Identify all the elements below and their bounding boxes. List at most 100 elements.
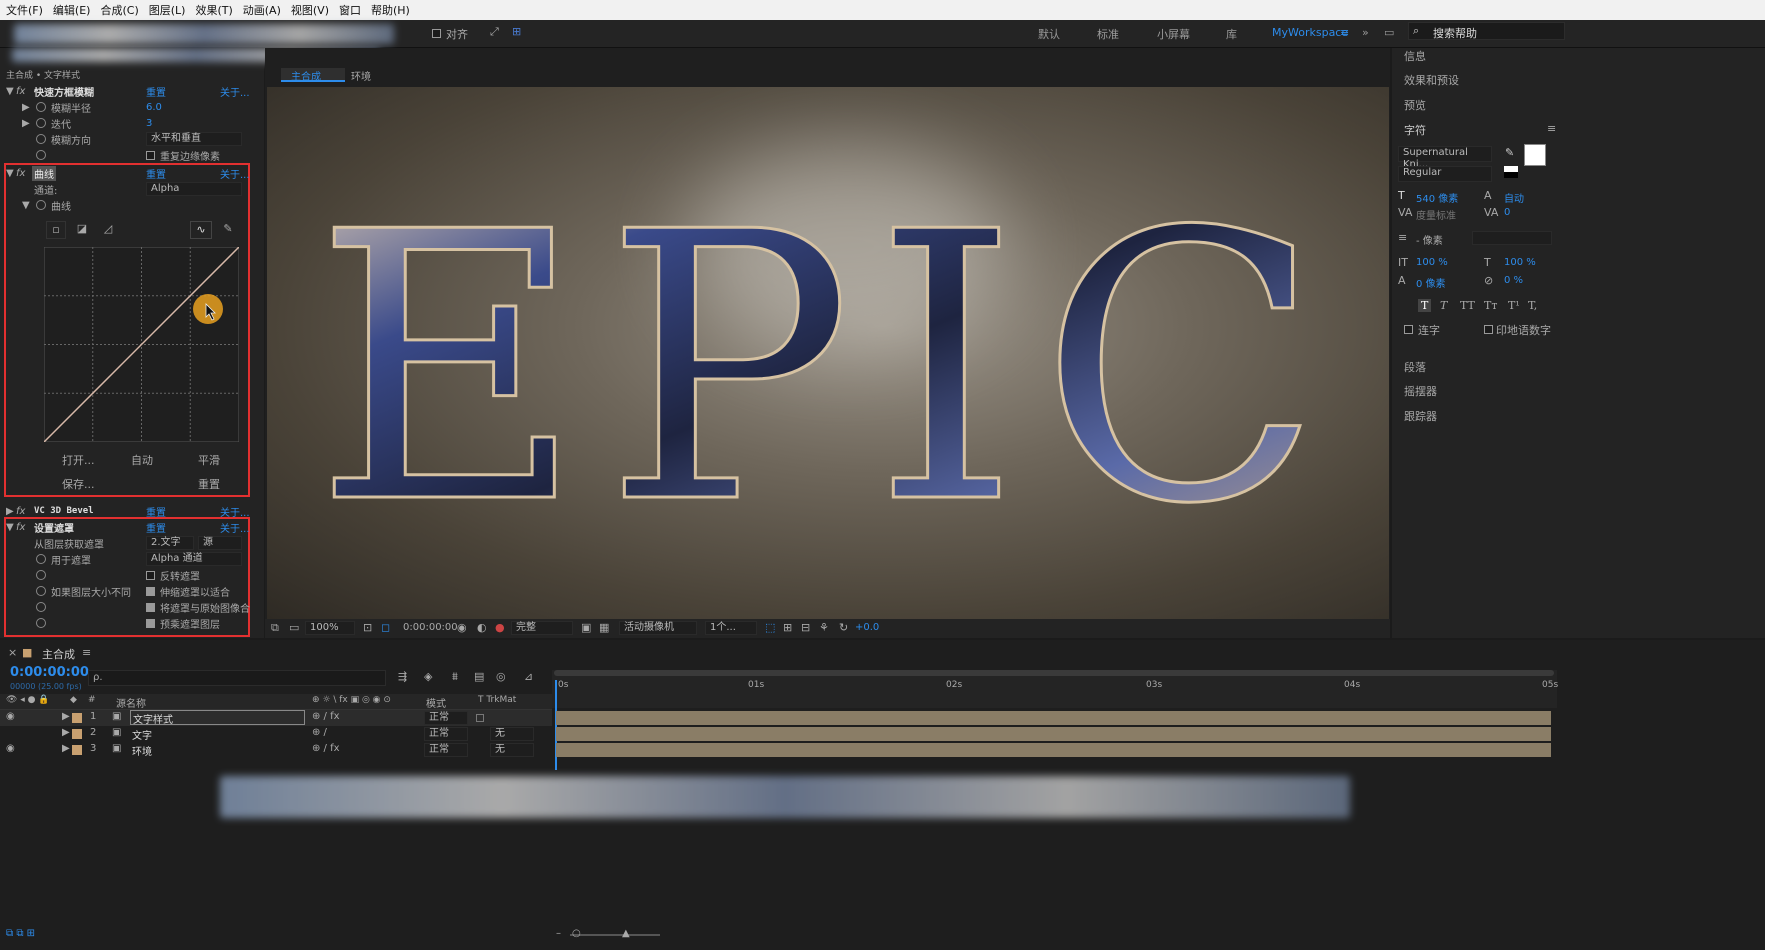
black-swatch[interactable] [1504,172,1518,178]
shy-layers-icon[interactable]: ⩩ [452,670,458,684]
layer-row[interactable]: ◉ ▶ 3 ▣ 环境 ⊕ / fx 正常 无 [0,742,552,758]
prop-value[interactable]: 6.0 [146,102,162,113]
hindi-digits-checkbox[interactable] [1484,325,1493,334]
menu-effect[interactable]: 效果(T) [195,2,232,18]
help-search-input[interactable]: 搜索帮助 [1433,25,1477,41]
curves-smooth-button[interactable]: 平滑 [198,452,220,468]
reset-link[interactable]: 重置 [146,166,166,181]
stopwatch-icon[interactable] [36,102,46,112]
visibility-eye-icon[interactable]: ◉ [6,711,15,722]
source-name-header[interactable]: 源名称 [116,695,146,710]
effect-set-matte[interactable]: ▼ fx 设置遮罩 重置 关于... [0,519,264,535]
timeline-icon[interactable]: ⊟ [801,621,810,634]
color-channels-icon[interactable]: ● [495,621,505,634]
timeline-menu-icon[interactable]: ≡ [82,646,91,659]
layer-row[interactable]: ▶ 2 ▣ 文字 ⊕ / 正常 无 [0,726,552,742]
stopwatch-icon[interactable] [36,618,46,628]
faux-bold-button[interactable]: T [1418,299,1432,312]
safe-zones-icon[interactable]: ⊡ [363,621,372,634]
viewer-timecode[interactable]: 0:00:00:00 [403,622,458,633]
character-panel-menu-icon[interactable]: ≡ [1547,122,1556,135]
time-ruler[interactable]: 0s 01s 02s 03s 04s 05s [552,670,1558,708]
layer-name[interactable]: 文字样式 [130,710,305,726]
about-link[interactable]: 关于... [220,520,250,535]
superscript-button[interactable]: T¹ [1508,299,1520,312]
snapshot-camera-icon[interactable]: ◉ [457,621,467,634]
curve-size-small-icon[interactable]: ▫ [46,221,66,239]
layer-switches-icons[interactable]: ⊕ / fx [312,743,340,754]
timeline-zoom-slider[interactable] [570,934,660,936]
layer-duration-bar[interactable] [556,743,1551,757]
work-area-bar[interactable] [554,670,1554,676]
pencil-tool-icon[interactable]: ✎ [218,221,238,239]
visibility-eye-icon[interactable]: ◉ [6,743,15,754]
motion-blur-icon[interactable]: ◎ [496,670,506,683]
transparency-grid-icon[interactable]: ▦ [599,621,609,634]
wiggler-panel-header[interactable]: 摇摆器 [1404,383,1437,399]
small-caps-button[interactable]: Tт [1484,299,1497,312]
horizontal-scale-value[interactable]: 100 % [1504,257,1536,268]
viewport-canvas[interactable]: EPIC [267,87,1389,619]
stroke-width-value[interactable]: - 像素 [1416,232,1443,247]
curves-open-button[interactable]: 打开... [62,452,95,468]
composite-matte-checkbox[interactable] [146,602,155,612]
effect-curves[interactable]: ▼ fx 曲线 重置 关于... [0,165,264,181]
menu-composition[interactable]: 合成(C) [100,2,138,18]
font-size-value[interactable]: 540 像素 [1416,190,1458,205]
curves-save-button[interactable]: 保存... [62,476,95,492]
zoom-slider-handle[interactable]: ○ [572,928,581,939]
monitor-icon[interactable]: ▭ [289,621,299,634]
menu-help[interactable]: 帮助(H) [371,2,410,18]
expand-triangle-icon[interactable]: ▼ [6,168,14,179]
toggle-pixel-aspect-icon[interactable]: ⬚ [765,621,775,634]
camera-dropdown[interactable]: 活动摄像机 [619,621,697,635]
exposure-value[interactable]: +0.0 [855,622,879,633]
curves-graph[interactable] [44,247,239,442]
kerning-value[interactable]: 度量标准 [1416,207,1456,222]
menu-window[interactable]: 窗口 [339,2,361,18]
stopwatch-icon[interactable] [36,118,46,128]
all-caps-button[interactable]: TT [1460,299,1475,312]
layer-name[interactable]: 环境 [132,743,152,758]
menu-file[interactable]: 文件(F) [6,2,43,18]
prop-value[interactable]: 3 [146,118,152,129]
tracker-panel-header[interactable]: 跟踪器 [1404,408,1437,424]
expand-triangle-icon[interactable]: ▼ [6,86,14,97]
effect-fast-box-blur[interactable]: ▼ fx 快速方框模糊 重置 关于... [0,83,264,99]
stopwatch-icon[interactable] [36,570,46,580]
workspace-standard[interactable]: 标准 [1097,26,1119,42]
curve-size-large-icon[interactable]: ◿ [98,221,118,239]
twirl-icon[interactable]: ▶ [22,118,30,129]
fast-previews-icon[interactable]: ⊞ [783,621,792,634]
layer-duration-bar[interactable] [556,711,1551,725]
fill-color-swatch[interactable] [1524,144,1546,166]
matte-layer-dropdown[interactable]: 2.文字 [146,536,194,550]
paragraph-panel-header[interactable]: 段落 [1404,359,1426,375]
stopwatch-icon[interactable] [36,602,46,612]
blend-mode-dropdown[interactable]: 正常 [424,743,468,757]
workspace-toggle-icon[interactable]: ▭ [1384,26,1394,39]
stopwatch-icon[interactable] [36,586,46,596]
effects-presets-panel-header[interactable]: 效果和预设 [1404,72,1459,88]
about-link[interactable]: 关于... [220,84,250,99]
stroke-type-dropdown[interactable] [1472,231,1552,245]
ligatures-checkbox[interactable] [1404,325,1413,334]
tsume-value[interactable]: 0 % [1504,275,1523,286]
stopwatch-icon[interactable] [36,554,46,564]
tracking-value[interactable]: 0 [1504,207,1510,218]
menu-layer[interactable]: 图层(L) [149,2,186,18]
eyedropper-icon[interactable]: ✎ [1505,146,1514,159]
preserve-transparency-box[interactable] [476,714,484,722]
repeat-edge-checkbox[interactable] [146,150,155,160]
blur-direction-dropdown[interactable]: 水平和垂直 [146,132,242,146]
bezier-curve-tool-icon[interactable]: ∿ [190,221,212,239]
stretch-matte-checkbox[interactable] [146,586,155,596]
font-style-dropdown[interactable]: Regular [1398,166,1492,182]
layer-search-box[interactable]: ρ. [88,670,386,686]
workspace-small-screen[interactable]: 小屏幕 [1157,26,1190,42]
more-workspaces-icon[interactable]: » [1362,26,1369,39]
graph-editor-icon[interactable]: ⊿ [524,670,533,683]
fx-icon[interactable]: fx [16,86,25,97]
help-search-box[interactable]: ⌕ 搜索帮助 [1408,22,1565,40]
vertical-scale-value[interactable]: 100 % [1416,257,1448,268]
